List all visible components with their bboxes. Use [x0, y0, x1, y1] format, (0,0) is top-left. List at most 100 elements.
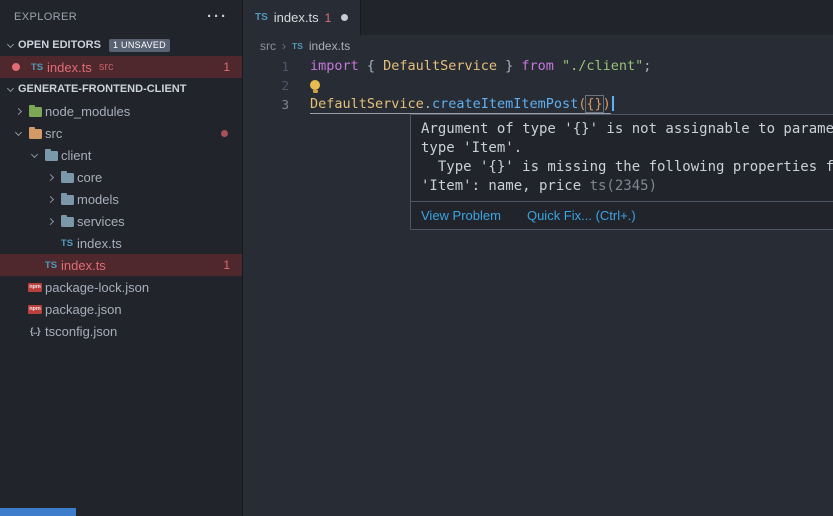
hover-message-line: type 'Item'.: [421, 139, 833, 158]
code-line-3[interactable]: 3 DefaultService.createItemItemPost({}): [243, 95, 833, 114]
chevron-slot: [2, 88, 18, 91]
chevron-slot: [10, 132, 26, 135]
code-text: import { DefaultService } from "./client…: [289, 57, 651, 76]
error-count-badge: 1: [223, 258, 230, 272]
open-editor-item-index-ts[interactable]: TS index.ts src 1: [0, 56, 242, 78]
breadcrumb-item-index-ts[interactable]: index.ts: [309, 39, 350, 53]
file-name: index.ts: [47, 60, 92, 75]
open-editors-header[interactable]: OPEN EDITORS 1 UNSAVED: [0, 34, 242, 56]
hover-message-line: 'Item': name, price ts(2345): [421, 177, 833, 196]
file-name: core: [77, 170, 102, 185]
typescript-icon: TS: [255, 12, 268, 23]
tree-item-node-modules[interactable]: node_modules: [0, 100, 242, 122]
breadcrumb-item-src[interactable]: src: [260, 39, 276, 53]
tree-item-package-json[interactable]: npmpackage.json: [0, 298, 242, 320]
chevron-down-icon: [6, 84, 13, 91]
hover-text: type 'Item'.: [421, 140, 522, 156]
code-text: [289, 76, 320, 95]
chevron-slot: [42, 175, 58, 180]
hovered-expression: DefaultService.createItemItemPost({}): [310, 96, 611, 114]
tree-item-package-lock-json[interactable]: npmpackage-lock.json: [0, 276, 242, 298]
folder-green-icon: [29, 107, 42, 117]
folder-blue-icon: [61, 173, 74, 183]
project-section-header[interactable]: GENERATE-FRONTEND-CLIENT: [0, 78, 242, 100]
file-name: models: [77, 192, 119, 207]
editor-area: TS index.ts 1 src›TSindex.ts 1import { D…: [243, 0, 833, 516]
code-token: .: [424, 96, 432, 112]
line-number: 3: [243, 95, 289, 114]
hover-action-quick-fix-ctrl[interactable]: Quick Fix... (Ctrl+.): [527, 208, 636, 223]
file-tree: node_modulessrcclientcoremodelsservicesT…: [0, 100, 242, 342]
tree-item-tsconfig-json[interactable]: {..}tsconfig.json: [0, 320, 242, 342]
lightbulb-icon[interactable]: [310, 80, 320, 90]
error-count-badge: 1: [223, 60, 230, 74]
tree-item-index-ts[interactable]: TS index.ts 1: [0, 254, 242, 276]
code-token: "./client": [562, 58, 643, 74]
tab-index-ts[interactable]: TS index.ts 1: [243, 0, 361, 35]
file-icon-slot: [26, 105, 44, 117]
diagnostic-code: ts(2345): [590, 178, 657, 194]
breadcrumb: src›TSindex.ts: [243, 35, 833, 57]
file-icon-slot: TS: [58, 238, 76, 249]
tree-item-src[interactable]: src: [0, 122, 242, 144]
file-name: src: [45, 126, 62, 141]
npm-icon: npm: [28, 283, 42, 292]
npm-icon: npm: [28, 305, 42, 314]
text-cursor: [612, 96, 614, 111]
chevron-right-icon: [14, 107, 21, 114]
explorer-sidebar: EXPLORER ··· OPEN EDITORS 1 UNSAVED TSin…: [0, 0, 243, 516]
file-icon-slot: {..}: [26, 326, 44, 336]
file-icon-slot: [58, 193, 76, 205]
code-token: DefaultService: [310, 96, 424, 112]
typescript-icon: TS: [31, 62, 43, 73]
chevron-slot: [2, 44, 18, 47]
hover-action-view-problem[interactable]: View Problem: [421, 208, 501, 223]
more-actions-icon[interactable]: ···: [207, 12, 228, 22]
chevron-slot: [10, 109, 26, 114]
line-number: 1: [243, 57, 289, 76]
file-icon-slot: [26, 127, 44, 139]
tree-item-services[interactable]: services: [0, 210, 242, 232]
modified-dot-icon: [12, 63, 20, 71]
chevron-slot: [42, 197, 58, 202]
typescript-icon: TS: [45, 260, 57, 271]
code-line-1[interactable]: 1import { DefaultService } from "./clien…: [243, 57, 833, 76]
file-icon-slot: [42, 149, 60, 161]
code-token: }: [497, 58, 521, 74]
hover-text: Type '{}' is missing the following prope…: [421, 159, 833, 175]
tree-item-client[interactable]: client: [0, 144, 242, 166]
open-editors-label: OPEN EDITORS: [18, 39, 101, 51]
hover-text: Argument of type '{}' is not assignable …: [421, 121, 833, 137]
statusbar-remote-indicator[interactable]: [0, 508, 76, 516]
file-icon-slot: TS: [42, 260, 60, 271]
file-icon-slot: npm: [26, 283, 44, 292]
chevron-slot: [42, 219, 58, 224]
tree-item-index-ts[interactable]: TSindex.ts: [0, 232, 242, 254]
tab-label: index.ts: [274, 10, 319, 25]
hover-message-line: Argument of type '{}' is not assignable …: [421, 120, 833, 139]
file-name: tsconfig.json: [45, 324, 117, 339]
explorer-title: EXPLORER: [14, 11, 77, 23]
code-line-2[interactable]: 2: [243, 76, 833, 95]
chevron-right-icon: [46, 173, 53, 180]
file-description: src: [99, 61, 114, 73]
typescript-icon: TS: [292, 41, 303, 51]
file-name: services: [77, 214, 125, 229]
tree-item-models[interactable]: models: [0, 188, 242, 210]
error-dot: [221, 130, 228, 137]
folder-blue-icon: [61, 217, 74, 227]
hover-tooltip: Argument of type '{}' is not assignable …: [410, 114, 833, 230]
line-number: 2: [243, 76, 289, 95]
folder-orange-icon: [29, 129, 42, 139]
tree-item-core[interactable]: core: [0, 166, 242, 188]
code-token: createItemItemPost: [432, 96, 578, 112]
file-name: index.ts: [61, 258, 106, 273]
tab-strip: TS index.ts 1: [243, 0, 833, 35]
hover-message: Argument of type '{}' is not assignable …: [411, 115, 833, 201]
code-token: ): [603, 96, 611, 112]
file-name: index.ts: [77, 236, 122, 251]
open-editors-list: TS index.ts src 1: [0, 56, 242, 78]
chevron-down-icon: [14, 128, 21, 135]
modified-dot-icon[interactable]: [341, 14, 348, 21]
code-editor[interactable]: 1import { DefaultService } from "./clien…: [243, 57, 833, 114]
